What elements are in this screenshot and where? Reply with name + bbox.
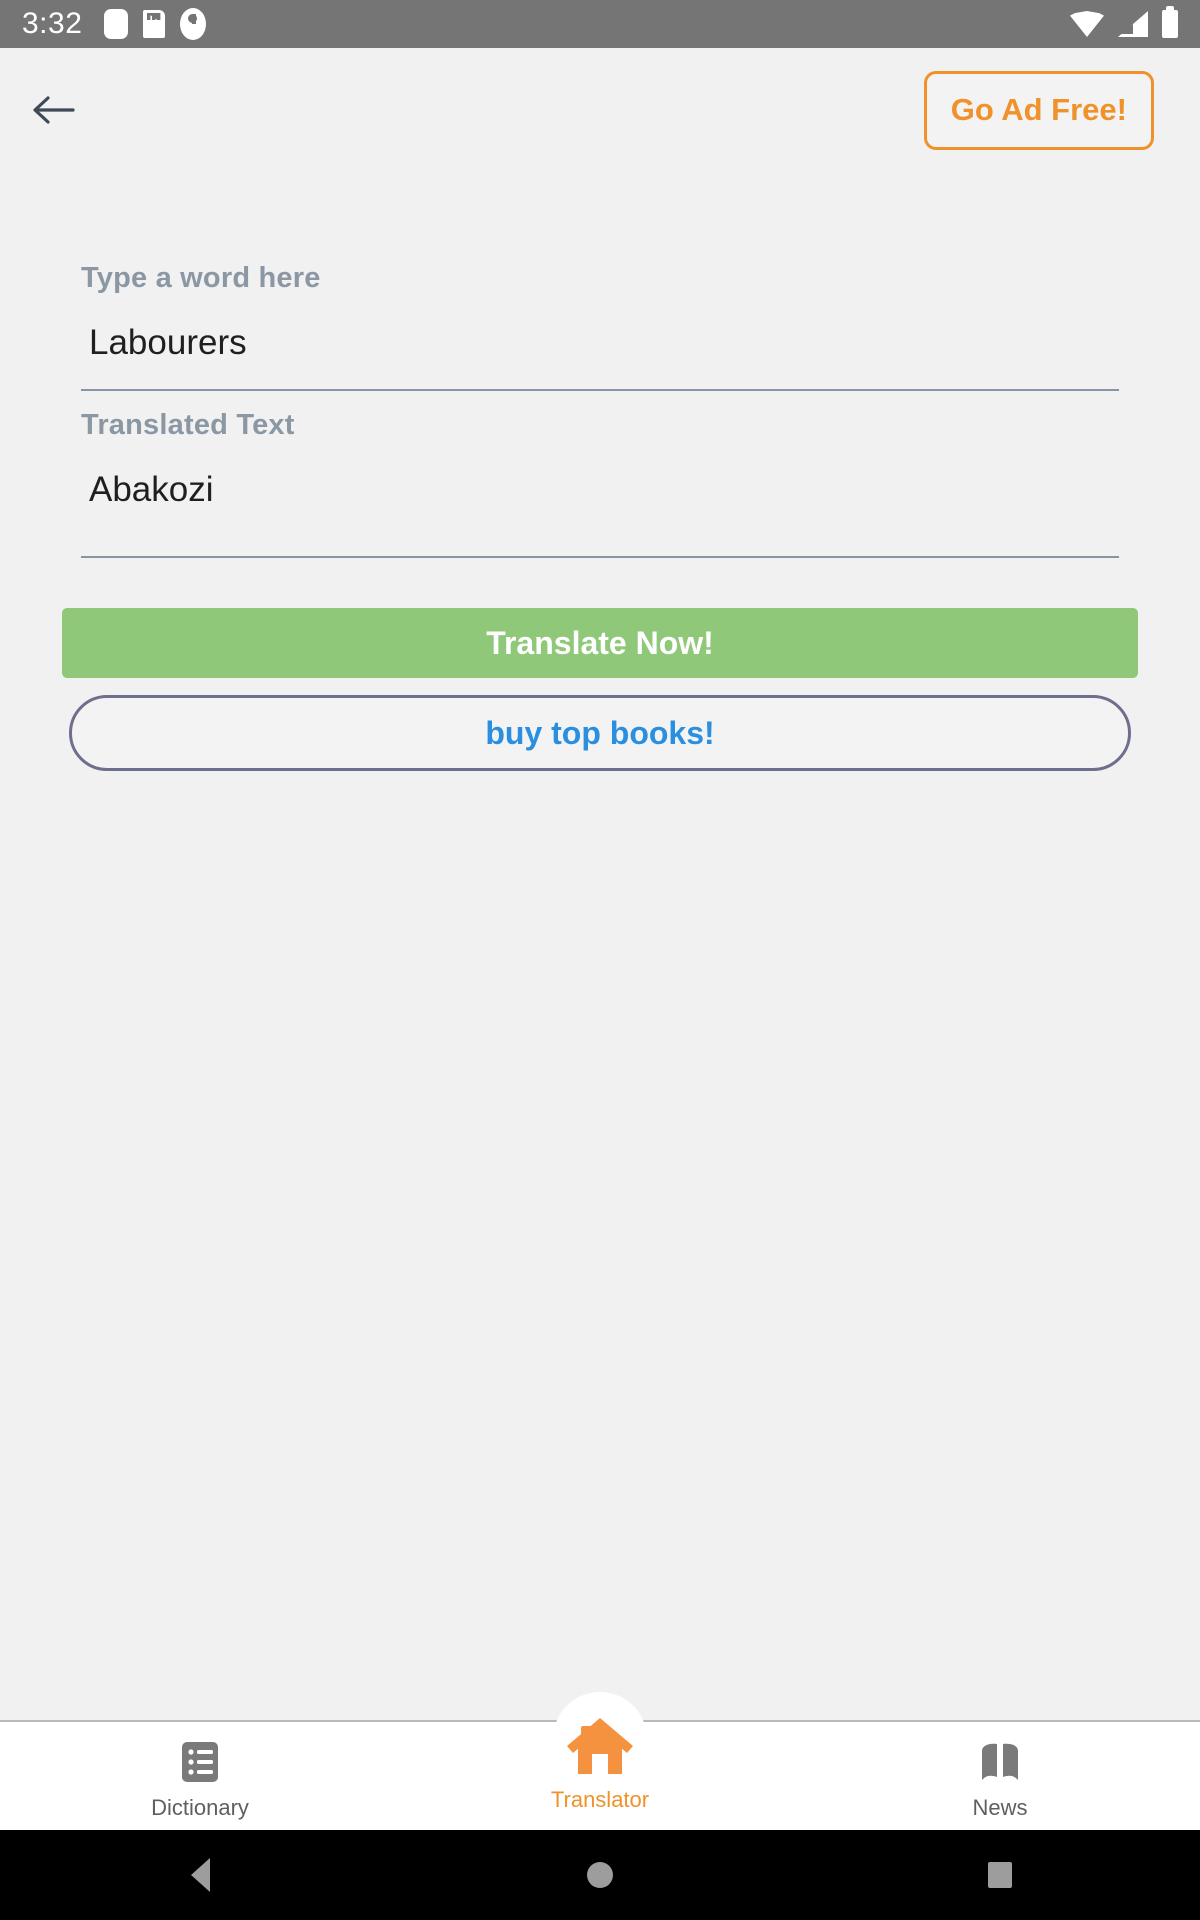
source-text-input[interactable] — [81, 295, 1119, 363]
nav-label-translator: Translator — [550, 1787, 650, 1812]
bottom-navigation-bar: Dictionary Translator News — [0, 1692, 1200, 1830]
status-bar-notification-icons — [104, 8, 207, 40]
buy-top-books-button[interactable]: buy top books! — [69, 695, 1131, 771]
book-icon — [978, 1739, 1022, 1785]
bottom-navigation-wrapper: Dictionary Translator News — [0, 1692, 1200, 1830]
app-bar: Go Ad Free! — [0, 48, 1200, 172]
wifi-icon — [1070, 11, 1104, 37]
target-field-underline — [81, 556, 1119, 558]
app-notification-icon — [104, 9, 129, 39]
home-icon — [563, 1711, 637, 1783]
android-system-nav — [0, 1830, 1200, 1920]
nav-item-dictionary[interactable]: Dictionary — [0, 1731, 400, 1821]
back-button[interactable] — [20, 77, 86, 143]
cellular-signal-icon — [1118, 11, 1148, 37]
list-icon — [181, 1739, 219, 1785]
translator-form: Type a word here Translated Text Abakozi… — [0, 172, 1200, 1920]
translate-now-button[interactable]: Translate Now! — [62, 608, 1138, 678]
phone-screen: 3:32 Go Ad Free! Type a word here Labour… — [0, 0, 1200, 1920]
nav-label-dictionary: Dictionary — [151, 1795, 249, 1820]
battery-icon — [1162, 6, 1178, 38]
status-bar-clock: 3:32 — [22, 7, 83, 40]
system-home-icon — [587, 1862, 613, 1888]
system-back-icon — [190, 1858, 210, 1892]
action-buttons: Translate Now! buy top books! — [62, 608, 1138, 771]
target-field-label: Translated Text — [81, 409, 295, 441]
source-field-underline — [81, 389, 1119, 391]
system-home-button[interactable] — [400, 1862, 800, 1888]
source-field-group — [81, 295, 1119, 391]
source-field-label: Type a word here — [81, 262, 321, 294]
status-bar: 3:32 — [0, 0, 1200, 48]
nav-item-translator[interactable]: Translator — [400, 1692, 800, 1813]
status-bar-system-icons — [1070, 6, 1178, 38]
circle-notification-icon — [180, 8, 207, 40]
system-recents-icon — [988, 1862, 1012, 1888]
nav-label-news: News — [972, 1795, 1028, 1820]
system-back-button[interactable] — [0, 1858, 400, 1892]
sd-card-icon — [143, 10, 166, 38]
go-ad-free-button[interactable]: Go Ad Free! — [923, 70, 1154, 150]
translated-text-value[interactable]: Abakozi — [81, 442, 1119, 538]
target-field-group: Abakozi — [81, 442, 1119, 558]
nav-item-news[interactable]: News — [800, 1731, 1200, 1821]
system-recents-button[interactable] — [800, 1862, 1200, 1888]
